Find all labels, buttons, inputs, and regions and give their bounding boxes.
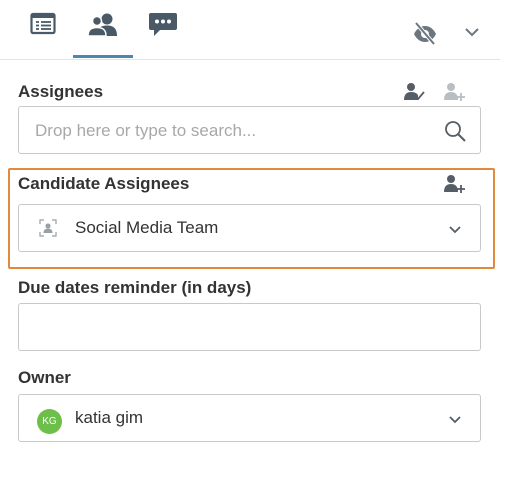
chevron-down-icon: [449, 415, 461, 423]
due-dates-label: Due dates reminder (in days): [18, 278, 252, 297]
eye-slash-icon: [414, 21, 436, 45]
tab-people[interactable]: [80, 12, 126, 58]
assignees-placeholder: Drop here or type to search...: [35, 121, 257, 140]
assignees-label: Assignees: [18, 82, 104, 101]
tab-details[interactable]: [20, 12, 66, 58]
tab-comments[interactable]: [140, 12, 186, 58]
assign-to-me-button[interactable]: [402, 80, 426, 104]
active-tab-indicator: [73, 55, 133, 58]
hide-button[interactable]: [411, 20, 439, 46]
add-assignee-button[interactable]: [442, 80, 466, 104]
search-button[interactable]: [443, 119, 467, 143]
chevron-down-icon: [465, 28, 479, 37]
add-candidate-button[interactable]: [442, 172, 466, 196]
chevron-down-icon: [449, 225, 461, 233]
candidate-assignees-select[interactable]: Social Media Team: [18, 204, 481, 252]
owner-value: katia gim: [75, 408, 144, 427]
user-check-icon: [404, 83, 425, 101]
candidate-dropdown-toggle[interactable]: [443, 217, 467, 241]
owner-label: Owner: [18, 368, 71, 387]
owner-select[interactable]: KG katia gim: [18, 394, 481, 442]
group-icon: [39, 219, 57, 237]
tab-bar: [0, 0, 500, 60]
due-dates-input[interactable]: [18, 303, 481, 351]
user-plus-icon: [444, 175, 465, 193]
user-plus-icon: [444, 83, 465, 101]
assignees-search-input[interactable]: Drop here or type to search...: [18, 106, 481, 154]
candidate-assignees-value: Social Media Team: [75, 218, 219, 237]
candidate-assignees-label: Candidate Assignees: [18, 174, 190, 193]
avatar: KG: [37, 409, 62, 434]
search-icon: [445, 121, 466, 142]
users-icon: [87, 13, 117, 37]
table-icon: [30, 12, 56, 35]
owner-dropdown-toggle[interactable]: [443, 407, 467, 431]
collapse-button[interactable]: [460, 20, 484, 44]
chat-icon: [149, 13, 177, 36]
